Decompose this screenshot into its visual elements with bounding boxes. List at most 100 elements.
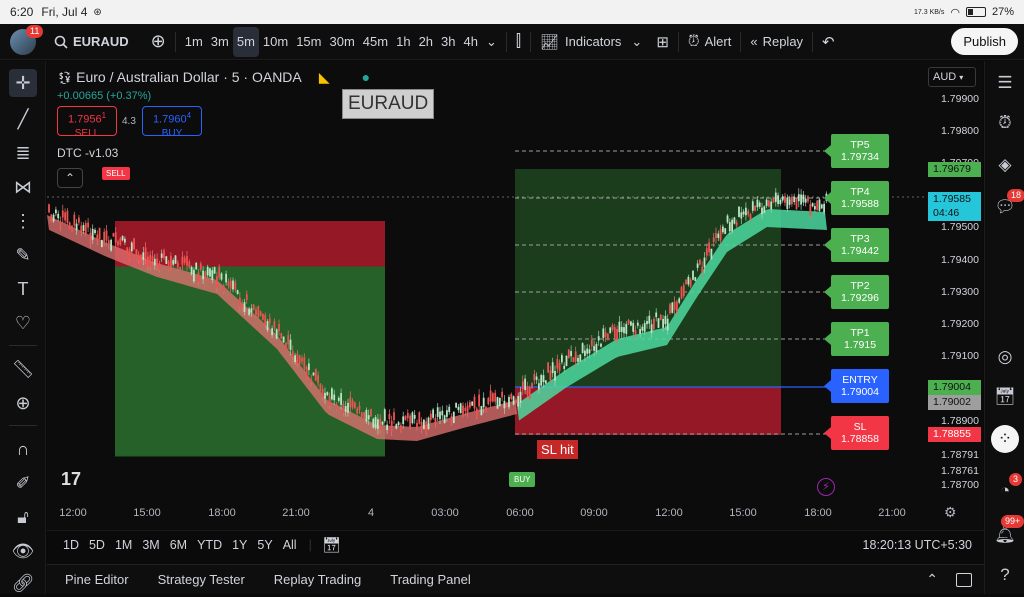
candle-body [128,249,131,259]
candle-body [170,255,172,268]
tp2-box: TP2 1.79296 [824,275,889,309]
interval-dropdown[interactable]: ⌄ [482,27,501,57]
candle-body [87,222,89,228]
candle-body [379,418,382,430]
candle-body [450,416,453,423]
layers-icon[interactable]: ◈ [991,151,1019,179]
range-6m[interactable]: 6M [170,538,187,552]
symbol-legend[interactable]: 💱︎ Euro / Australian Dollar · 5 · OANDA … [57,69,370,86]
interval-1h[interactable]: 1h [392,27,414,57]
candle-body [639,329,641,334]
lock-icon[interactable]: 🔓︎ [9,503,37,531]
indicators-button[interactable]: 📈︎ Indicators ⌄ [536,27,646,57]
fib-retracement-icon[interactable]: ≣ [9,139,37,167]
range-5d[interactable]: 5D [89,538,105,552]
clock-timezone[interactable]: 18:20:13 UTC+5:30 [863,538,972,552]
text-icon[interactable]: T [9,275,37,303]
tab-replay-trading[interactable]: Replay Trading [274,572,361,587]
candle-body [197,272,200,283]
candle-body [312,372,315,376]
tp1-label: TP1 [850,327,870,339]
alert-button[interactable]: ⏰︎ Alert [684,27,735,57]
price-level: 1.78900 [941,415,979,427]
buy-label: BUY [161,127,183,139]
candle-body [604,332,607,338]
replay-button[interactable]: « Replay [746,27,807,57]
help-icon[interactable]: ? [991,561,1019,589]
link-icon[interactable]: 🔗︎ [9,569,37,597]
watchlist-icon[interactable]: ☰ [991,69,1019,97]
candle-body [761,207,763,215]
range-1y[interactable]: 1Y [232,538,247,552]
magnet-icon[interactable]: ∩ [9,435,37,463]
chart-type-button[interactable]: ⫿ [512,27,525,57]
trendline-icon[interactable]: ╱ [9,105,37,133]
publish-button[interactable]: Publish [951,28,1018,55]
prediction-icon[interactable]: ⋮ [9,207,37,235]
calendar-icon[interactable]: 📅︎ [991,383,1019,411]
interval-5m[interactable]: 5m [232,26,259,57]
tab-strategy-tester[interactable]: Strategy Tester [158,572,245,587]
eye-icon[interactable]: 👁︎ [9,537,37,565]
candle-body [179,267,181,271]
buy-button[interactable]: 1.79604 BUY [142,106,202,139]
collapse-legend-button[interactable]: ⌃ [57,168,83,188]
radar-icon[interactable]: ◎ [991,343,1019,371]
candle-body [303,357,306,369]
interval-45m[interactable]: 45m [359,27,392,57]
apps-grid-icon[interactable]: ⁘ [991,425,1019,453]
interval-15m[interactable]: 15m [292,27,325,57]
pattern-icon[interactable]: ⋈ [9,173,37,201]
compare-add-button[interactable]: ⊕ [147,27,170,57]
interval-10m[interactable]: 10m [259,27,292,57]
crosshair-icon[interactable]: ✛ [9,69,37,97]
chart-settings-gear-icon[interactable]: ⚙︎ [944,504,957,521]
interval-2h[interactable]: 2h [415,27,437,57]
interval-3h[interactable]: 3h [437,27,459,57]
notifications-icon[interactable]: 🔔︎ 99+ [991,515,1024,549]
tab-trading-panel[interactable]: Trading Panel [390,572,470,587]
range-ytd[interactable]: YTD [197,538,222,552]
time-axis[interactable]: 12:00 15:00 18:00 21:00 4 03:00 06:00 09… [47,500,956,524]
interval-30m[interactable]: 30m [326,27,359,57]
range-1m[interactable]: 1M [115,538,132,552]
candle-body [515,399,517,403]
lightning-icon[interactable]: ⚡︎ [817,478,835,496]
goto-date-calendar-icon[interactable]: 📅︎ [322,536,341,554]
candle-body [715,233,717,239]
layouts-button[interactable]: ⊞ [652,27,673,57]
indicator-legend[interactable]: DTC -v1.03 [57,146,118,160]
alerts-clock-icon[interactable]: ⏰︎ [991,109,1019,137]
symbol-search[interactable]: EURAUD [50,27,133,57]
candle-body [232,280,234,290]
undo-button[interactable]: ↶ [818,27,839,57]
range-5y[interactable]: 5Y [257,538,272,552]
chart-pane[interactable]: 💱︎ Euro / Australian Dollar · 5 · OANDA … [47,61,927,529]
interval-1m[interactable]: 1m [181,27,207,57]
currency-selector[interactable]: AUD ▾ [928,67,976,87]
interval-4h[interactable]: 4h [460,27,482,57]
maximize-panel-icon[interactable] [956,572,972,587]
candle-body [618,321,621,333]
candle-body [457,406,460,411]
pencil-lock-icon[interactable]: ✐ [9,469,37,497]
sell-button[interactable]: 1.79561 SELL [57,106,117,139]
range-1d[interactable]: 1D [63,538,79,552]
candle-body [73,214,76,226]
zoom-in-icon[interactable]: ⊕ [9,389,37,417]
ruler-icon[interactable]: 📏︎ [9,355,37,383]
brush-icon[interactable]: ✎ [9,241,37,269]
interval-3m[interactable]: 3m [207,27,233,57]
expand-panel-chevron-up-icon[interactable]: ⌃ [926,571,938,588]
range-all[interactable]: All [283,538,297,552]
avatar[interactable]: 11 [10,24,44,55]
candle-body [643,323,646,332]
candle-body [770,201,773,210]
feed-icon[interactable]: ◔ 3 [991,473,1023,505]
price-scale[interactable]: AUD ▾ 1.79900 1.79800 1.79700 1.79500 1.… [927,61,983,529]
heart-icon[interactable]: ♡ [9,309,37,337]
currency-pair-icon: 💱︎ [57,71,73,85]
chat-icon[interactable]: 💬︎ 18 [991,189,1024,221]
tab-pine-editor[interactable]: Pine Editor [65,572,129,587]
range-3m[interactable]: 3M [142,538,159,552]
